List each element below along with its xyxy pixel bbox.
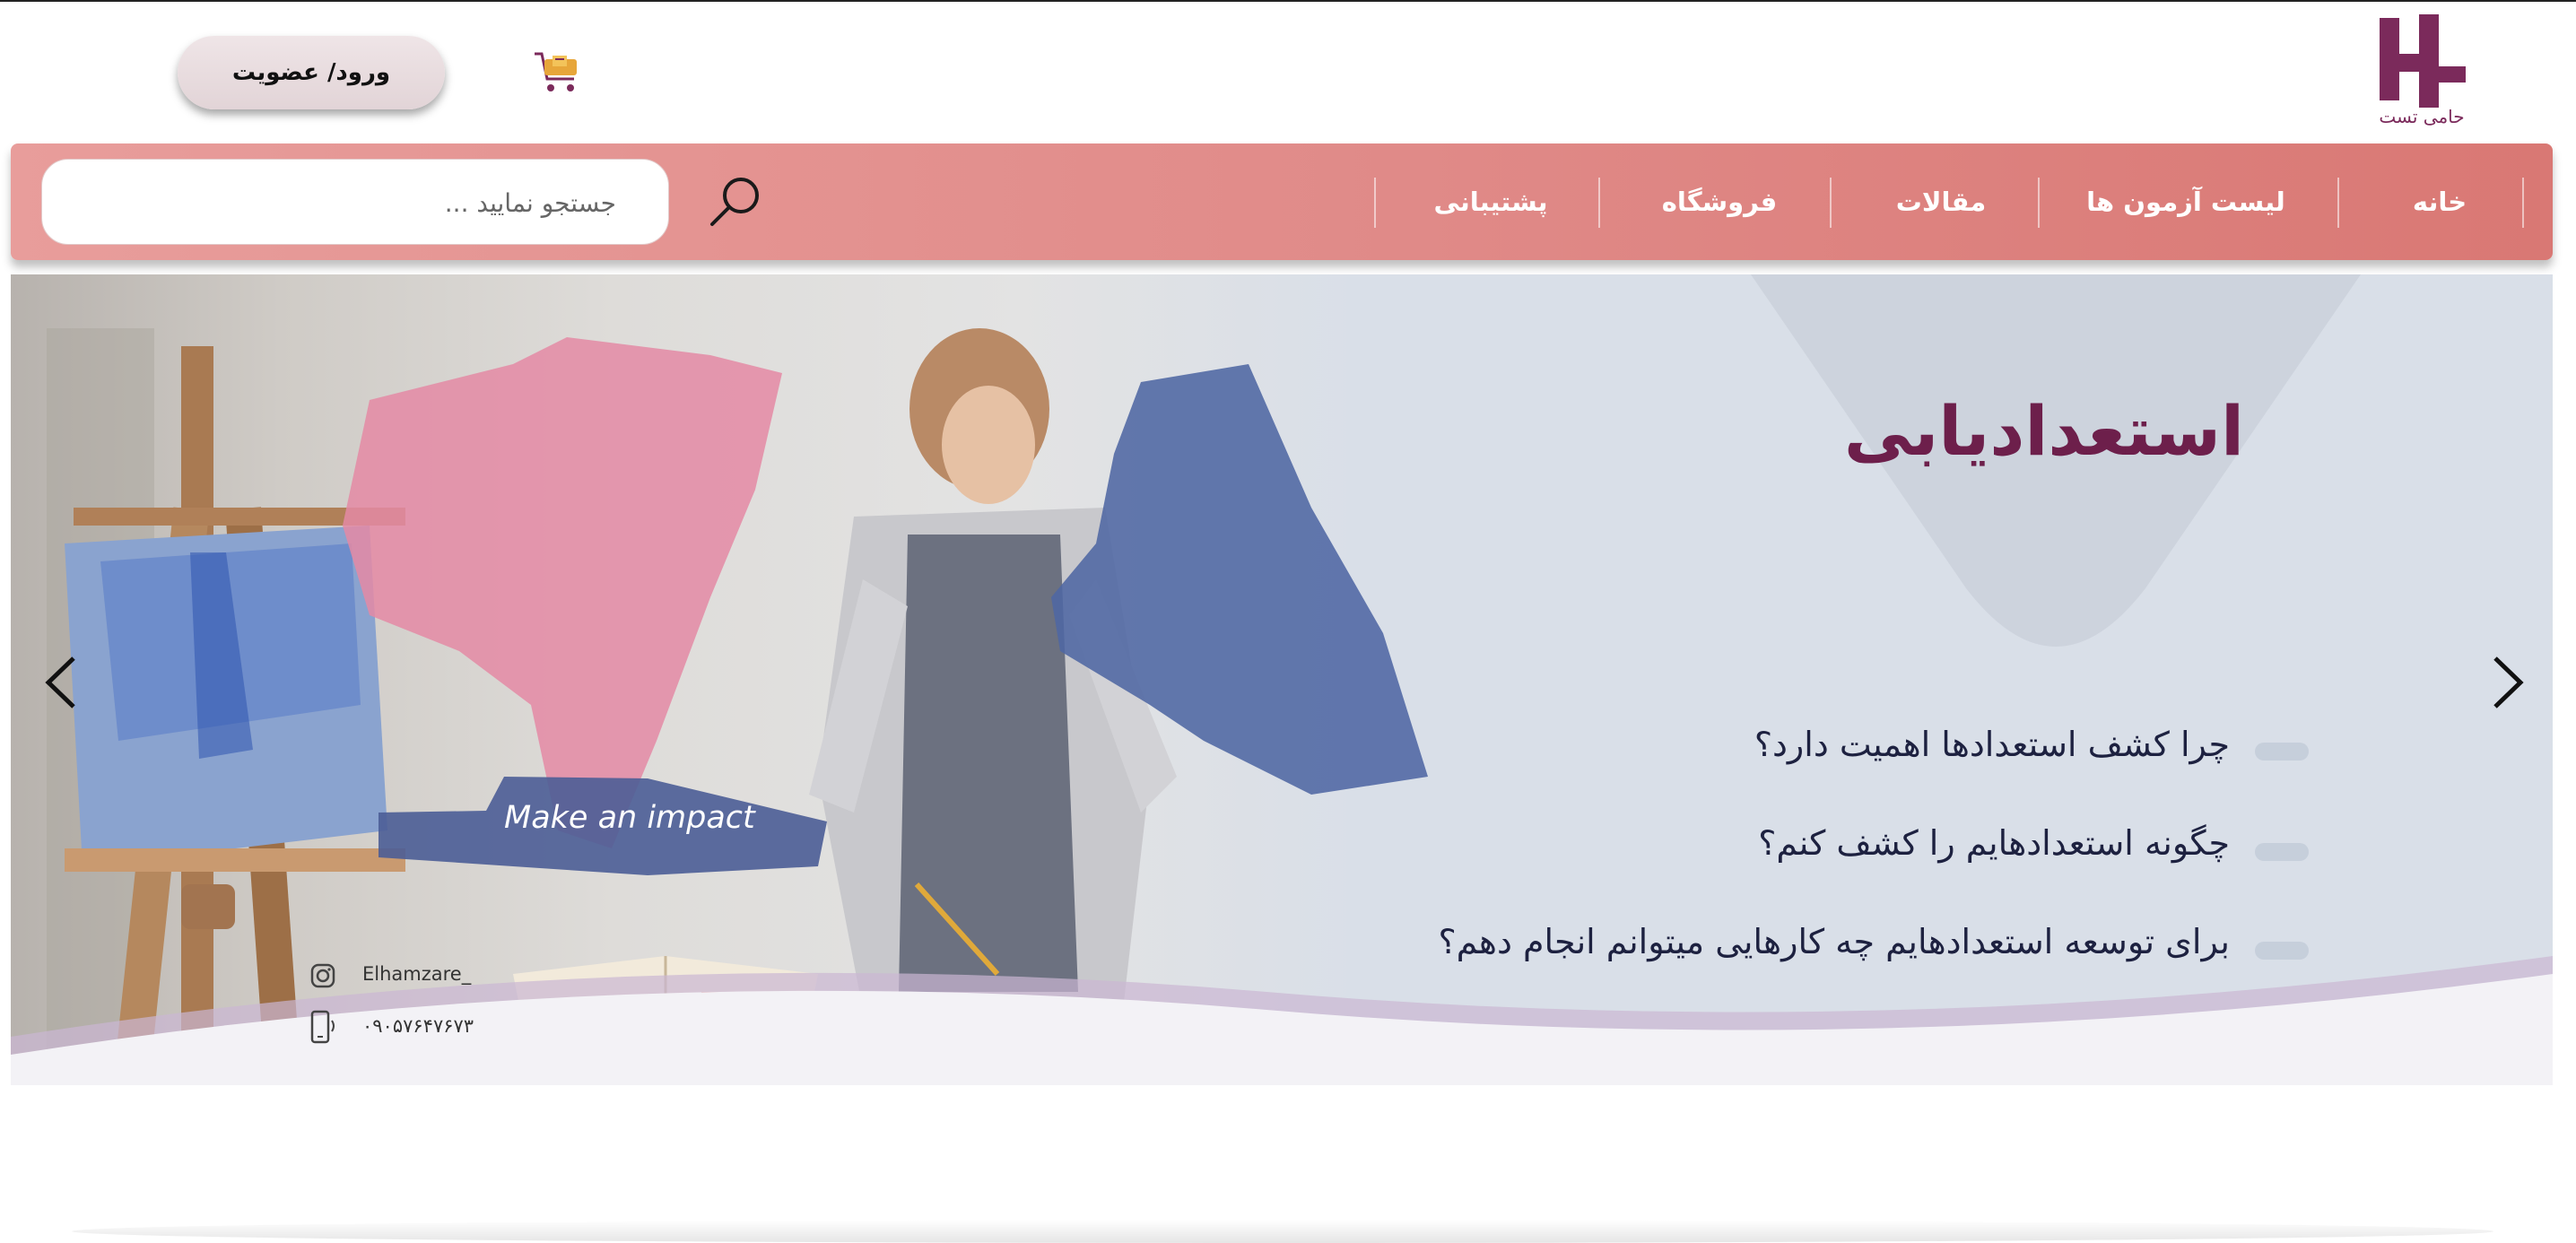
hero-question-2[interactable]: چگونه استعدادهایم را کشف کنم؟ (1758, 823, 2230, 863)
chevron-right-icon[interactable] (2486, 651, 2531, 714)
phone-icon (310, 1010, 335, 1044)
nav-separator (2522, 178, 2524, 228)
instagram-handle[interactable]: Elhamzare_ (362, 963, 471, 985)
chevron-left-icon[interactable] (38, 651, 83, 714)
hero-question-1[interactable]: چرا کشف استعدادها اهمیت دارد؟ (1754, 725, 2230, 764)
bullet-dash (2255, 843, 2309, 861)
nav-item-articles[interactable]: مقالات (1851, 178, 2031, 226)
hero-title: استعدادیابی (1843, 391, 2244, 471)
nav-item-tests[interactable]: لیست آزمون ها (2047, 178, 2325, 226)
top-border (0, 0, 2576, 2)
main-navbar: خانه لیست آزمون ها مقالات فروشگاه پشتیبا… (11, 143, 2553, 260)
caption-text: Make an impact (504, 800, 755, 836)
nav-separator (1830, 178, 1832, 228)
bottom-wave (11, 956, 2553, 1085)
nav-item-home[interactable]: خانه (2368, 178, 2511, 226)
nav-item-shop[interactable]: فروشگاه (1616, 178, 1823, 226)
login-register-button[interactable]: ورود/ عضویت (178, 36, 445, 109)
blue-brush-stroke (1051, 364, 1428, 795)
nav-separator (1374, 178, 1376, 228)
search-input[interactable] (60, 160, 652, 246)
logo-mark-icon (2380, 14, 2466, 108)
nav-item-support[interactable]: پشتیبانی (1392, 178, 1589, 226)
hero-slider: Make an impact استعدادیابی چرا کشف استعد… (11, 274, 2553, 1085)
site-logo[interactable]: حامی تست (2372, 13, 2471, 129)
nav-separator (2038, 178, 2040, 228)
section-shadow (72, 1220, 2493, 1243)
cart-icon[interactable] (533, 48, 583, 97)
nav-separator (1598, 178, 1600, 228)
search-box (41, 159, 669, 246)
decorative-funnel (1751, 274, 2361, 647)
bullet-dash (2255, 743, 2309, 761)
search-icon[interactable] (707, 172, 764, 230)
instagram-icon[interactable] (307, 960, 339, 992)
nav-separator (2337, 178, 2339, 228)
logo-name: حامی تست (2379, 106, 2465, 127)
phone-number: ۰۹۰۵۷۶۴۷۶۷۳ (362, 1015, 474, 1037)
